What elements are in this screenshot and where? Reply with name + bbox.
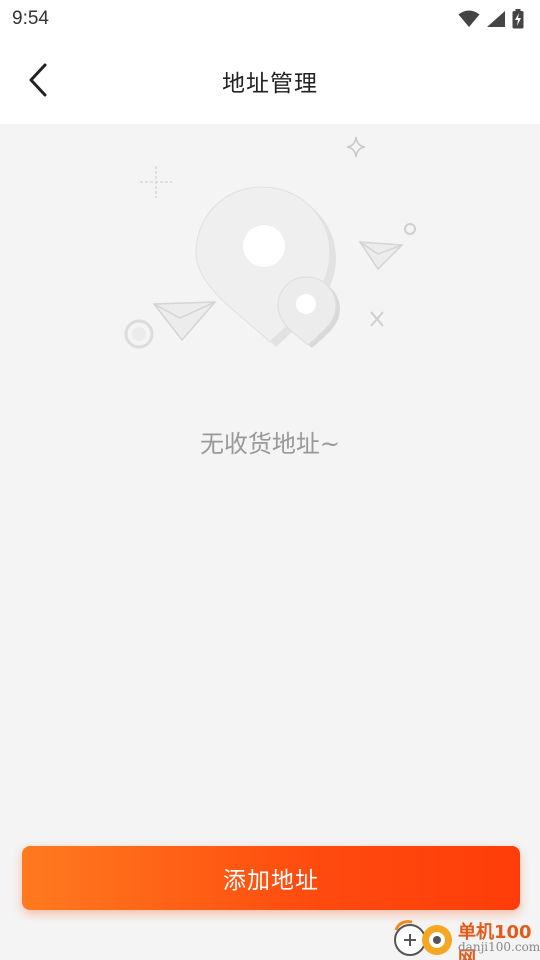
watermark: 单机100网 danji100.com	[390, 916, 540, 960]
danji-logo-icon	[394, 920, 452, 956]
paper-plane-icon	[358, 241, 404, 271]
battery-charging-icon	[512, 9, 524, 29]
wifi-icon	[458, 10, 480, 27]
cellular-signal-icon	[487, 11, 505, 27]
sparkle-icon	[370, 311, 384, 327]
empty-state-message: 无收货地址~	[199, 430, 341, 458]
back-button[interactable]	[14, 56, 62, 104]
page-title: 地址管理	[222, 71, 318, 97]
status-time: 9:54	[12, 8, 49, 29]
small-ring-icon	[404, 223, 416, 235]
status-icons	[458, 9, 524, 29]
ring-icon	[124, 319, 154, 349]
app-bar: 地址管理	[0, 38, 540, 124]
status-bar: 9:54	[0, 0, 540, 38]
chevron-left-icon	[29, 63, 47, 97]
add-address-button[interactable]: 添加地址	[22, 846, 520, 910]
address-management-screen: 9:54 地址管理 无收货地址~ 添加地址 单机100网 danji100.co…	[0, 0, 540, 960]
paper-plane-icon	[152, 301, 217, 342]
watermark-url: danji100.com	[458, 940, 540, 954]
sparkle-icon	[140, 166, 172, 198]
sparkle-icon	[346, 136, 366, 158]
add-address-label: 添加地址	[223, 867, 319, 893]
empty-address-illustration	[124, 136, 416, 349]
